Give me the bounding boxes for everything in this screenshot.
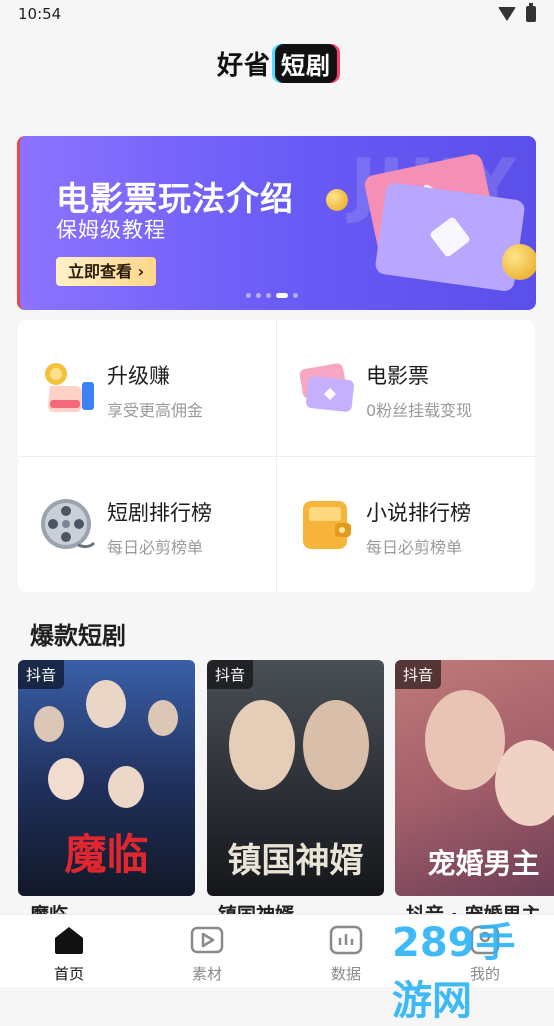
feature-title: 升级赚 bbox=[107, 364, 170, 388]
poster-title-art: 镇国神婿 bbox=[227, 841, 364, 881]
carousel-dot[interactable] bbox=[266, 293, 271, 298]
banner-cta-button[interactable]: 立即查看 › bbox=[56, 257, 157, 286]
poster-figure bbox=[229, 700, 295, 790]
poster-figure bbox=[48, 758, 84, 800]
poster-figure bbox=[108, 766, 144, 808]
tab-label: 首页 bbox=[53, 965, 84, 983]
drama-carousel[interactable]: 抖音 魔临 抖音 镇国神婿 抖音 宠婚男主 bbox=[18, 660, 554, 896]
feature-grid: 升级赚 享受更高佣金 电影票 0粉丝挂载变现 短剧排行榜 每日必剪榜单 小说排行… bbox=[18, 320, 535, 592]
thumb-coin-icon bbox=[45, 363, 94, 412]
play-icon bbox=[190, 926, 224, 954]
heart-icon bbox=[428, 215, 472, 259]
ticket-icon bbox=[299, 363, 354, 412]
banner-subtitle: 保姆级教程 bbox=[56, 218, 166, 242]
platform-tag: 抖音 bbox=[18, 660, 65, 689]
carousel-dot-active[interactable] bbox=[276, 293, 288, 298]
feature-upgrade[interactable]: 升级赚 享受更高佣金 bbox=[18, 320, 276, 456]
drama-poster[interactable]: 抖音 魔临 bbox=[18, 660, 195, 896]
tab-home[interactable]: 首页 bbox=[0, 915, 138, 987]
battery-icon bbox=[526, 3, 536, 22]
poster-title-art: 宠婚男主 bbox=[427, 847, 540, 880]
carousel-dot[interactable] bbox=[293, 293, 298, 298]
poster-figure bbox=[495, 740, 554, 826]
chart-icon bbox=[329, 925, 363, 955]
ticket-graphic-2 bbox=[374, 181, 526, 293]
wifi-icon bbox=[498, 7, 516, 21]
poster-figure bbox=[34, 706, 64, 742]
feature-drama-ranking[interactable]: 短剧排行榜 每日必剪榜单 bbox=[18, 457, 276, 593]
poster-figure bbox=[148, 700, 178, 736]
tab-materials[interactable]: 素材 bbox=[138, 915, 276, 987]
feature-title: 小说排行榜 bbox=[366, 501, 471, 525]
carousel-dot[interactable] bbox=[246, 293, 251, 298]
feature-movie-ticket[interactable]: 电影票 0粉丝挂载变现 bbox=[277, 320, 535, 456]
carousel-dot[interactable] bbox=[256, 293, 261, 298]
home-icon bbox=[55, 927, 83, 954]
platform-tag: 抖音 bbox=[395, 660, 442, 689]
status-bar: 10:54 bbox=[0, 0, 554, 30]
wallet-book-icon bbox=[303, 501, 351, 549]
drama-poster[interactable]: 抖音 镇国神婿 bbox=[207, 660, 384, 896]
site-watermark: 289手游网 bbox=[392, 920, 516, 1024]
film-reel-icon bbox=[41, 499, 96, 549]
feature-title: 短剧排行榜 bbox=[107, 501, 212, 525]
section-title: 爆款短剧 bbox=[30, 622, 126, 650]
feature-desc: 享受更高佣金 bbox=[107, 401, 204, 420]
feature-desc: 每日必剪榜单 bbox=[366, 538, 463, 557]
status-time: 10:54 bbox=[18, 5, 62, 23]
tab-label: 素材 bbox=[191, 965, 222, 983]
poster-title-art: 魔临 bbox=[64, 830, 149, 879]
app-logo: 好省 短剧 bbox=[0, 44, 554, 83]
logo-text-1: 好省 bbox=[216, 51, 271, 81]
feature-desc: 0粉丝挂载变现 bbox=[366, 401, 473, 420]
promo-banner[interactable]: JUIY 电影票玩法介绍 保姆级教程 立即查看 › bbox=[17, 136, 536, 310]
drama-poster[interactable]: 抖音 宠婚男主 bbox=[395, 660, 554, 896]
feature-desc: 每日必剪榜单 bbox=[107, 538, 204, 557]
feature-novel-ranking[interactable]: 小说排行榜 每日必剪榜单 bbox=[277, 457, 535, 593]
coin-icon bbox=[502, 244, 536, 280]
banner-title: 电影票玩法介绍 bbox=[56, 179, 294, 218]
carousel-dots bbox=[246, 293, 298, 298]
feature-title: 电影票 bbox=[366, 364, 429, 388]
platform-tag: 抖音 bbox=[207, 660, 254, 689]
poster-figure bbox=[425, 690, 505, 790]
poster-figure bbox=[86, 680, 126, 728]
coin-icon bbox=[326, 189, 348, 211]
logo-text-2: 短剧 bbox=[275, 44, 337, 83]
poster-figure bbox=[303, 700, 369, 790]
status-icons bbox=[498, 3, 536, 22]
